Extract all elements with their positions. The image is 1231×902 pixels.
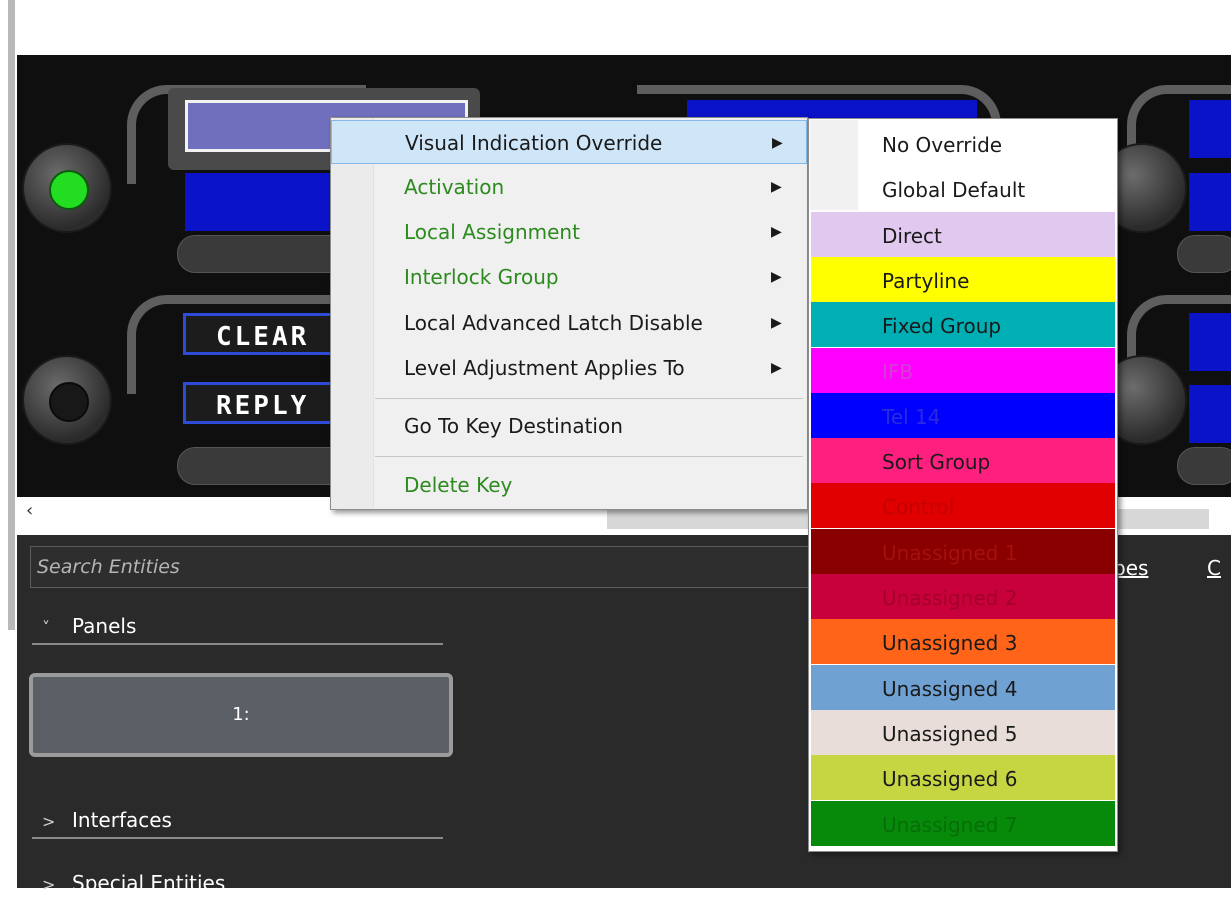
window-left-border [8, 0, 15, 630]
menu-separator [375, 456, 803, 457]
section-interfaces[interactable]: > Interfaces [32, 803, 443, 839]
menu-separator [375, 398, 803, 399]
key-lcd-display[interactable] [1189, 313, 1231, 371]
submenu-item-unassigned-4[interactable]: Unassigned 4 [811, 664, 1115, 710]
section-special-entities[interactable]: > Special Entities [32, 866, 443, 900]
level-knob[interactable] [22, 143, 112, 233]
menu-item-label: Level Adjustment Applies To [404, 356, 685, 380]
submenu-item-unassigned-7[interactable]: Unassigned 7 [811, 800, 1115, 846]
context-menu: Visual Indication Override ▶ Activation … [330, 117, 808, 510]
menu-item-label: Activation [404, 175, 505, 199]
visual-indication-submenu: No Override Global Default Direct Partyline… [808, 118, 1118, 852]
menu-item-delete-key[interactable]: Delete Key [331, 463, 807, 507]
tab-types[interactable]: pes [1113, 556, 1148, 580]
submenu-arrow-icon: ▶ [771, 269, 782, 285]
menu-item-label: Local Advanced Latch Disable [404, 311, 703, 335]
submenu-item-partyline[interactable]: Partyline [811, 256, 1115, 302]
menu-item-label: Local Assignment [404, 220, 580, 244]
section-label: Special Entities [72, 871, 226, 895]
key-tray [1177, 235, 1231, 273]
key-reply-button[interactable]: REPLY [183, 382, 333, 424]
submenu-arrow-icon: ▶ [771, 315, 782, 331]
chevron-down-icon: ˅ [42, 618, 50, 637]
level-knob[interactable] [22, 355, 112, 445]
section-label: Panels [72, 614, 137, 638]
chevron-right-icon: > [42, 812, 56, 831]
submenu-item-tel-14[interactable]: Tel 14 [811, 392, 1115, 438]
panel-card[interactable]: 1: [29, 673, 453, 757]
submenu-item-unassigned-1[interactable]: Unassigned 1 [811, 528, 1115, 574]
submenu-item-fixed-group[interactable]: Fixed Group [811, 302, 1115, 348]
menu-item-label: Interlock Group [404, 265, 559, 289]
chevron-right-icon: > [42, 875, 56, 894]
tab-c[interactable]: C [1207, 556, 1221, 580]
menu-item-local-advanced-latch-disable[interactable]: Local Advanced Latch Disable ▶ [331, 301, 807, 345]
section-panels[interactable]: ˅ Panels [32, 609, 443, 645]
submenu-arrow-icon: ▶ [771, 179, 782, 195]
key-clear-button[interactable]: CLEAR [183, 313, 333, 355]
submenu-item-sort-group[interactable]: Sort Group [811, 438, 1115, 484]
submenu-arrow-icon: ▶ [771, 360, 782, 376]
menu-item-level-adjustment-applies-to[interactable]: Level Adjustment Applies To ▶ [331, 346, 807, 390]
submenu-item-control[interactable]: Control [811, 483, 1115, 529]
menu-item-local-assignment[interactable]: Local Assignment ▶ [331, 210, 807, 254]
submenu-item-unassigned-3[interactable]: Unassigned 3 [811, 619, 1115, 665]
section-label: Interfaces [72, 808, 172, 832]
inactive-led-icon [49, 382, 89, 422]
submenu-item-direct[interactable]: Direct [811, 211, 1115, 257]
menu-item-activation[interactable]: Activation ▶ [331, 165, 807, 209]
submenu-arrow-icon: ▶ [771, 224, 782, 240]
menu-item-go-to-key-destination[interactable]: Go To Key Destination [331, 404, 807, 448]
key-tray [1177, 447, 1231, 485]
search-input[interactable]: Search Entities [30, 546, 820, 588]
menu-item-label: Go To Key Destination [404, 414, 623, 438]
menu-item-label: Visual Indication Override [405, 131, 663, 155]
key-lcd-display[interactable] [1189, 173, 1231, 231]
key-lcd-display[interactable] [1189, 100, 1231, 158]
key-lcd-display[interactable] [1189, 385, 1231, 443]
menu-item-label: Delete Key [404, 473, 513, 497]
active-led-icon [49, 170, 89, 210]
menu-item-interlock-group[interactable]: Interlock Group ▶ [331, 255, 807, 299]
submenu-item-ifb[interactable]: IFB [811, 347, 1115, 393]
submenu-item-unassigned-6[interactable]: Unassigned 6 [811, 755, 1115, 801]
scroll-left-icon[interactable]: ‹ [26, 500, 33, 521]
submenu-arrow-icon: ▶ [772, 135, 783, 151]
submenu-item-unassigned-2[interactable]: Unassigned 2 [811, 574, 1115, 619]
submenu-item-unassigned-5[interactable]: Unassigned 5 [811, 709, 1115, 755]
submenu-item-no-override[interactable]: No Override [811, 121, 1115, 166]
submenu-item-global-default[interactable]: Global Default [811, 166, 1115, 211]
menu-item-visual-indication-override[interactable]: Visual Indication Override ▶ [331, 120, 807, 164]
